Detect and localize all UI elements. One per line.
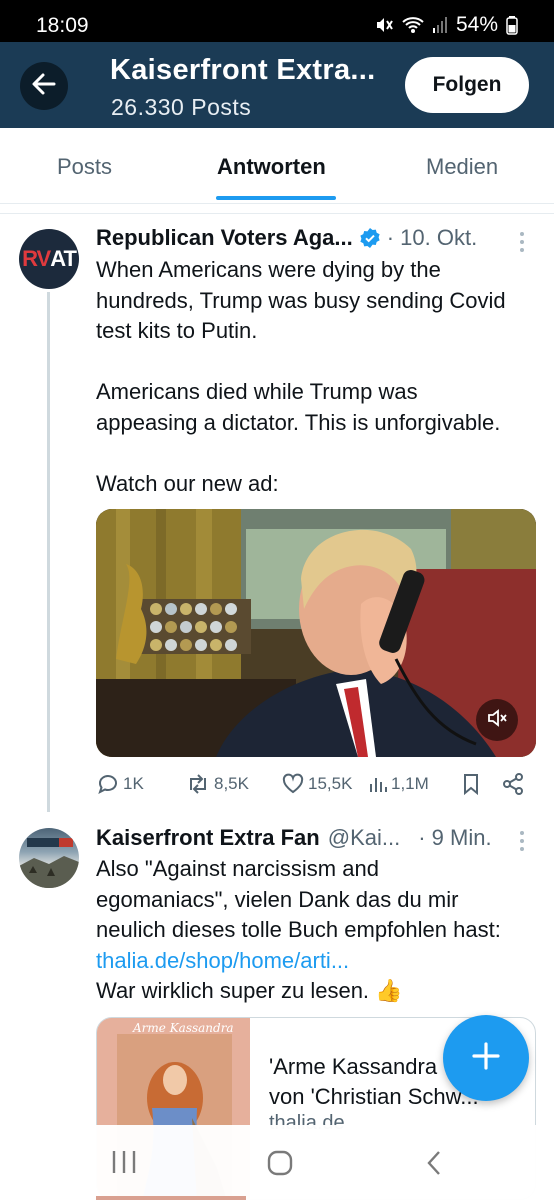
compose-button[interactable] [443,1015,529,1101]
repost-button[interactable]: 8,5K [185,772,249,796]
divider [0,205,554,214]
tab-posts[interactable]: Posts [57,154,112,180]
muted-speaker-icon [486,707,508,734]
views-icon [368,772,388,796]
author-name[interactable]: Republican Voters Aga... [96,225,353,251]
chevron-left-icon [424,1149,444,1182]
reply-button[interactable]: 1K [96,772,144,796]
mute-status-icon [374,15,394,35]
tweet-time[interactable]: · 10. Okt. [387,225,477,251]
share-icon [501,772,525,796]
profile-tabs: Posts Antworten Medien [0,128,554,204]
more-options-icon[interactable] [519,831,525,851]
tweet-link[interactable]: thalia.de/shop/home/arti... [96,946,542,977]
like-button[interactable]: 15,5K [281,772,352,796]
share-button[interactable] [501,772,525,796]
home-button[interactable] [266,1149,294,1182]
tweet-actions: 1K 8,5K 15,5K 1,1M [96,772,536,800]
reply-count: 1K [123,774,144,793]
status-bar: 18:09 54% [0,0,554,42]
tweet-text: Also "Against narcissism and egomaniacs"… [96,854,542,1007]
book-cover-title: Arme Kassandra [133,1021,234,1035]
active-tab-indicator [216,196,336,200]
reply-icon [96,772,120,796]
system-nav-bar [0,1125,554,1200]
verified-badge-icon [359,227,381,249]
avatar[interactable]: RV AT [19,229,79,289]
profile-name: Kaiserfront Extra... [110,54,376,86]
tweet-header: Republican Voters Aga... · 10. Okt. [96,225,477,251]
back-nav-button[interactable] [424,1149,444,1182]
more-options-icon[interactable] [519,232,525,252]
heart-icon [281,772,305,796]
video-frame [96,509,536,757]
repost-icon [185,772,211,796]
views-count: 1,1M [391,774,429,793]
follow-button[interactable]: Folgen [405,57,529,113]
author-handle[interactable]: @Kai... [328,825,400,851]
like-count: 15,5K [308,774,353,793]
thread-connector [47,292,50,812]
posts-count: 26.330 Posts [111,94,252,120]
battery-percent: 54% [455,13,498,36]
home-icon [266,1149,294,1182]
next-content-strip [96,1196,246,1200]
recent-apps-button[interactable] [110,1149,138,1180]
tweet-header: Kaiserfront Extra Fan @Kai... · 9 Min. [96,825,492,851]
arrow-left-icon [31,71,57,102]
back-button[interactable] [20,62,68,110]
tab-media[interactable]: Medien [426,154,498,180]
plus-icon [471,1041,501,1076]
tweet-video[interactable] [96,509,536,757]
repost-count: 8,5K [214,774,249,793]
mute-toggle-button[interactable] [476,699,518,741]
tweet-time[interactable]: · 9 Min. [418,825,491,851]
views-button[interactable]: 1,1M [368,772,429,796]
battery-icon [506,15,518,35]
author-name[interactable]: Kaiserfront Extra Fan [96,825,320,851]
signal-icon [432,15,448,35]
recent-apps-icon [110,1149,138,1180]
tab-replies[interactable]: Antworten [217,154,326,180]
avatar[interactable] [19,828,79,888]
tweet-text: When Americans were dying by the hundred… [96,257,506,497]
bookmark-button[interactable] [460,772,482,796]
bookmark-icon [460,772,482,796]
profile-header: Kaiserfront Extra... 26.330 Posts Folgen [0,42,554,128]
wifi-icon [402,15,424,35]
status-time: 18:09 [36,14,89,37]
